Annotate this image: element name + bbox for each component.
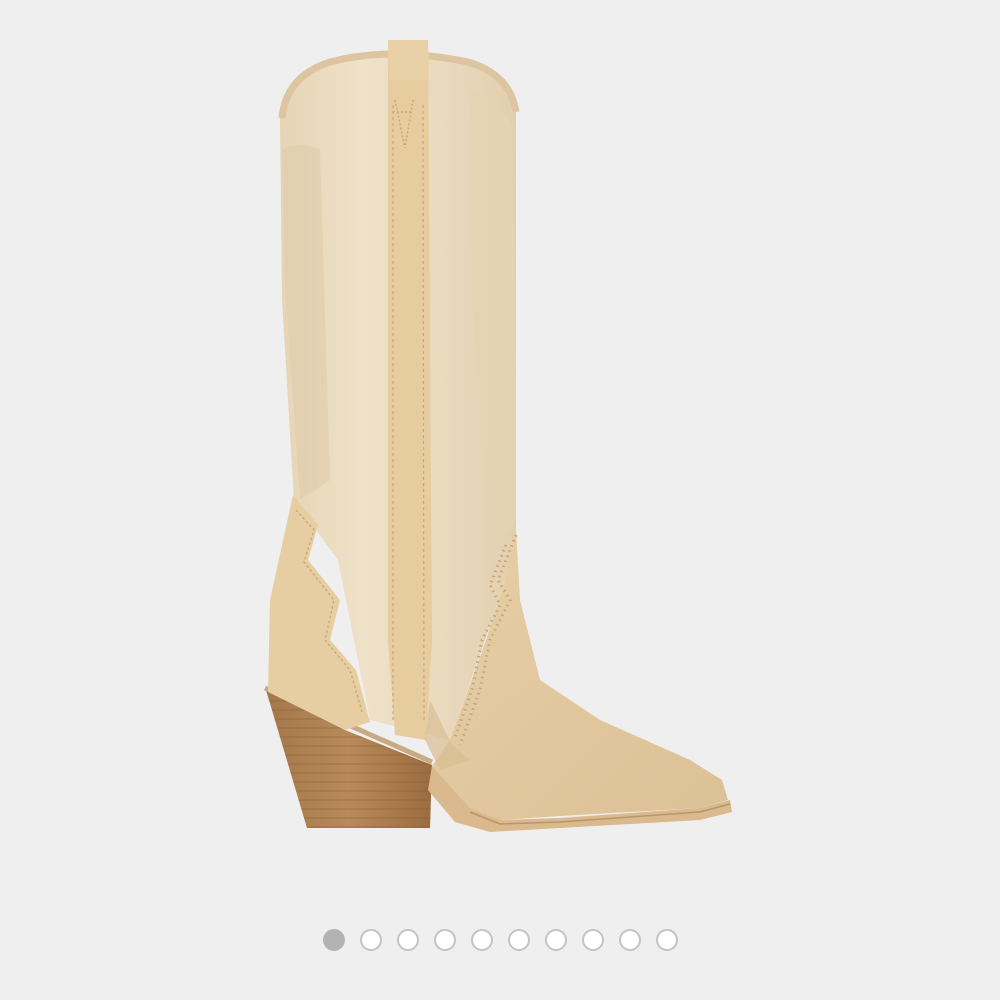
pager-dot-5[interactable] — [470, 929, 493, 951]
pager-dot-1[interactable] — [322, 929, 345, 951]
pager-dot-4[interactable] — [433, 929, 456, 951]
pager-dot-3[interactable] — [396, 929, 419, 951]
pager-dot-2[interactable] — [359, 929, 382, 951]
product-image-boot[interactable] — [250, 30, 750, 850]
pager-dot-6[interactable] — [507, 929, 530, 951]
pager-dot-8[interactable] — [581, 929, 604, 951]
image-pager — [0, 925, 1000, 955]
product-gallery — [0, 0, 1000, 1000]
pager-dot-10[interactable] — [655, 929, 678, 951]
pager-dot-7[interactable] — [544, 929, 567, 951]
pager-dot-9[interactable] — [618, 929, 641, 951]
